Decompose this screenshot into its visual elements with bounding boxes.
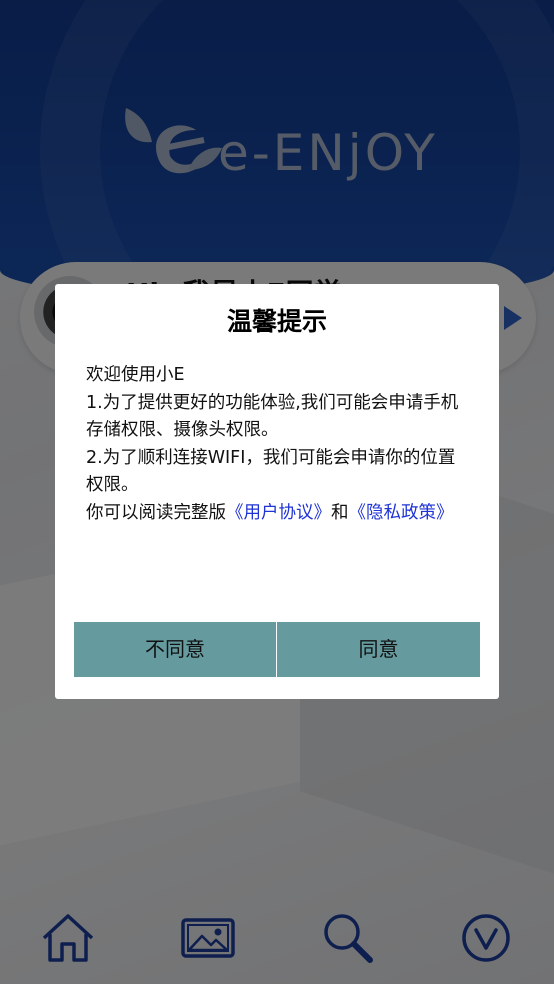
disagree-button[interactable]: 不同意	[74, 622, 276, 677]
dialog-buttons: 不同意 同意	[74, 622, 480, 677]
user-agreement-link[interactable]: 《用户协议》	[226, 503, 331, 523]
read-more-text: 你可以阅读完整版《用户协议》和《隐私政策》	[86, 500, 471, 528]
storage-camera-permission-text: 1.为了提供更好的功能体验,我们可能会申请手机存储权限、摄像头权限。	[86, 392, 459, 441]
privacy-dialog: 温馨提示 欢迎使用小E 1.为了提供更好的功能体验,我们可能会申请手机存储权限、…	[55, 284, 499, 699]
dialog-title: 温馨提示	[226, 307, 327, 336]
location-permission-text: 2.为了顺利连接WIFI，我们可能会申请你的位置权限。	[86, 447, 456, 496]
read-more-prefix: 你可以阅读完整版	[86, 502, 226, 523]
privacy-policy-link[interactable]: 《隐私政策》	[349, 503, 454, 523]
dialog-body: 欢迎使用小E 1.为了提供更好的功能体验,我们可能会申请手机存储权限、摄像头权限…	[86, 362, 471, 527]
welcome-text: 欢迎使用小E	[86, 365, 185, 385]
app-screen: e-ENjOY Hi~我是小E同学	[0, 0, 554, 984]
conjunction-text: 和	[331, 502, 349, 523]
agree-button[interactable]: 同意	[277, 622, 480, 677]
